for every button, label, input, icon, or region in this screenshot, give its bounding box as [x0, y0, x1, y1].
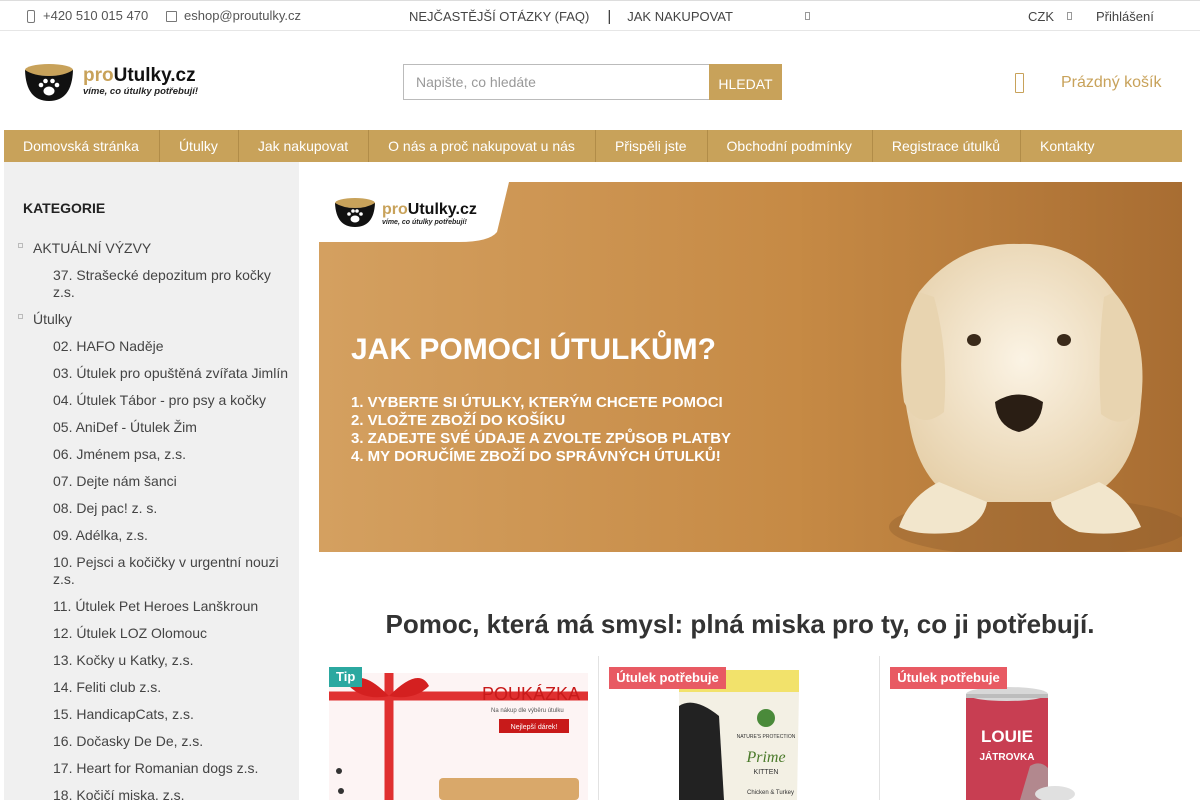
category-item[interactable]: 13. Kočky u Katky, z.s.: [4, 652, 299, 669]
voucher-title: POUKÁZKA: [482, 684, 580, 704]
banner-step-2: 2. VLOŽTE ZBOŽÍ DO KOŠÍKU: [351, 411, 565, 429]
product-card[interactable]: NATURE'S PROTECTION Prime KITTEN Chicken…: [599, 656, 879, 800]
banner-headline: JAK POMOCI ÚTULKŮM?: [351, 330, 716, 366]
how-to-shop-link[interactable]: JAK NAKUPOVAT: [627, 9, 733, 24]
main-nav: Domovská stránka Útulky Jak nakupovat O …: [4, 130, 1182, 162]
logo-brand-pro: pro: [83, 65, 114, 86]
package-name: Prime: [745, 749, 785, 766]
tip-badge: Tip: [329, 667, 363, 687]
shelter-needs-badge: Útulek potřebuje: [609, 667, 726, 689]
banner-step-4: 4. MY DORUČÍME ZBOŽÍ DO SPRÁVNÝCH ÚTULKŮ…: [351, 446, 721, 465]
logo-tagline: víme, co útulky potřebují!: [83, 86, 198, 97]
faq-link[interactable]: NEJČASTĚJŠÍ OTÁZKY (FAQ): [409, 9, 589, 24]
package-brand: NATURE'S PROTECTION: [737, 734, 796, 740]
currency-selector[interactable]: CZK: [1028, 9, 1054, 24]
category-item[interactable]: 12. Útulek LOZ Olomouc: [4, 625, 299, 642]
more-icon[interactable]: [805, 12, 810, 20]
category-item[interactable]: 16. Dočasky De De, z.s.: [4, 733, 299, 750]
svg-text:proUtulky.cz: proUtulky.cz: [382, 201, 477, 218]
logo-brand-rest: Utulky.cz: [114, 65, 196, 86]
category-item[interactable]: 05. AniDef - Útulek Žim: [4, 419, 299, 436]
voucher-tag: Nejlepší dárek!: [511, 724, 558, 731]
category-item[interactable]: 17. Heart for Romanian dogs z.s.: [4, 760, 299, 777]
nav-item-contributions[interactable]: Přispěli jste: [596, 130, 708, 162]
product-card[interactable]: LOUIE JÁTROVKA Útulek potřebuje: [880, 656, 1182, 800]
main-heading: Pomoc, která má smysl: plná miska pro ty…: [385, 609, 1095, 639]
nav-item-contacts[interactable]: Kontakty: [1021, 130, 1114, 162]
cart-icon[interactable]: [1015, 73, 1024, 93]
category-item[interactable]: 06. Jménem psa, z.s.: [4, 446, 299, 463]
search-button[interactable]: HLEDAT: [709, 64, 782, 100]
nav-item-shelter-registration[interactable]: Registrace útulků: [873, 130, 1021, 162]
top-links-separator: |: [607, 8, 612, 25]
nav-item-home[interactable]: Domovská stránka: [4, 130, 160, 162]
svg-text:proUtulky.cz: proUtulky.cz: [83, 65, 196, 86]
hero-banner[interactable]: proUtulky.cz víme, co útulky potřebují! …: [319, 182, 1182, 552]
voucher-sub: Na nákup dle výběru útulku: [491, 708, 564, 714]
category-item[interactable]: 11. Útulek Pet Heroes Lanškroun: [4, 598, 299, 615]
category-item[interactable]: 18. Kočičí miska, z.s.: [4, 787, 299, 800]
category-item[interactable]: 10. Pejsci a kočičky v urgentní nouzi z.…: [4, 554, 299, 588]
cart-label[interactable]: Prázdný košík: [1061, 74, 1161, 92]
email-address[interactable]: eshop@proutulky.cz: [184, 8, 301, 23]
phone-contact[interactable]: +420 510 015 470: [24, 8, 148, 23]
sidebar-heading: KATEGORIE: [23, 200, 106, 216]
category-item[interactable]: 14. Feliti club z.s.: [4, 679, 299, 696]
banner-step-1: 1. VYBERTE SI ÚTULKY, KTERÝM CHCETE POMO…: [351, 393, 723, 411]
category-item[interactable]: 08. Dej pac! z. s.: [4, 500, 299, 517]
category-item[interactable]: 02. HAFO Naděje: [4, 338, 299, 355]
can-name: JÁTROVKA: [979, 750, 1034, 763]
category-item[interactable]: 15. HandicapCats, z.s.: [4, 706, 299, 723]
category-list: AKTUÁLNÍ VÝZVY 37. Strašecké depozitum pr…: [4, 240, 299, 800]
nav-item-about[interactable]: O nás a proč nakupovat u nás: [369, 130, 596, 162]
phone-icon: [24, 9, 36, 23]
category-sidebar: KATEGORIE AKTUÁLNÍ VÝZVY 37. Strašecké de…: [4, 162, 299, 800]
banner-logo-pro: pro: [382, 201, 408, 218]
login-link[interactable]: Přihlášení: [1096, 9, 1154, 24]
chevron-down-icon[interactable]: [1067, 12, 1072, 20]
category-item[interactable]: 03. Útulek pro opuštěná zvířata Jimlín: [4, 365, 299, 382]
nav-item-shelters[interactable]: Útulky: [160, 130, 239, 162]
search-form: HLEDAT: [403, 64, 782, 100]
product-grid: POUKÁZKA Na nákup dle výběru útulku Nejl…: [319, 656, 1182, 800]
banner-logo-rest: Utulky.cz: [408, 201, 477, 218]
top-bar: +420 510 015 470 eshop@proutulky.cz NEJČ…: [0, 0, 1200, 31]
category-item[interactable]: 04. Útulek Tábor - pro psy a kočky: [4, 392, 299, 409]
banner-step-3: 3. ZADEJTE SVÉ ÚDAJE A ZVOLTE ZPŮSOB PLA…: [351, 428, 731, 447]
nav-item-terms[interactable]: Obchodní podmínky: [708, 130, 873, 162]
mail-icon: [165, 9, 177, 23]
category-group[interactable]: AKTUÁLNÍ VÝZVY: [4, 240, 299, 257]
category-group[interactable]: Útulky: [4, 311, 299, 328]
top-links: NEJČASTĚJŠÍ OTÁZKY (FAQ) | JAK NAKUPOVAT: [409, 9, 733, 24]
site-logo[interactable]: proUtulky.cz víme, co útulky potřebují!: [24, 61, 209, 103]
phone-number[interactable]: +420 510 015 470: [43, 8, 148, 23]
package-flavor: Chicken & Turkey: [747, 790, 794, 796]
email-contact[interactable]: eshop@proutulky.cz: [165, 8, 301, 23]
can-brand: LOUIE: [981, 727, 1033, 746]
banner-logo-tagline: víme, co útulky potřebují!: [382, 219, 467, 226]
search-input[interactable]: [403, 64, 709, 100]
category-item[interactable]: 37. Strašecké depozitum pro kočky z.s.: [4, 267, 299, 301]
package-variant: KITTEN: [754, 769, 779, 776]
product-card[interactable]: POUKÁZKA Na nákup dle výběru útulku Nejl…: [319, 656, 598, 800]
category-item[interactable]: 09. Adélka, z.s.: [4, 527, 299, 544]
nav-item-how-to-shop[interactable]: Jak nakupovat: [239, 130, 370, 162]
shelter-needs-badge: Útulek potřebuje: [890, 667, 1007, 689]
category-item[interactable]: 07. Dejte nám šanci: [4, 473, 299, 490]
